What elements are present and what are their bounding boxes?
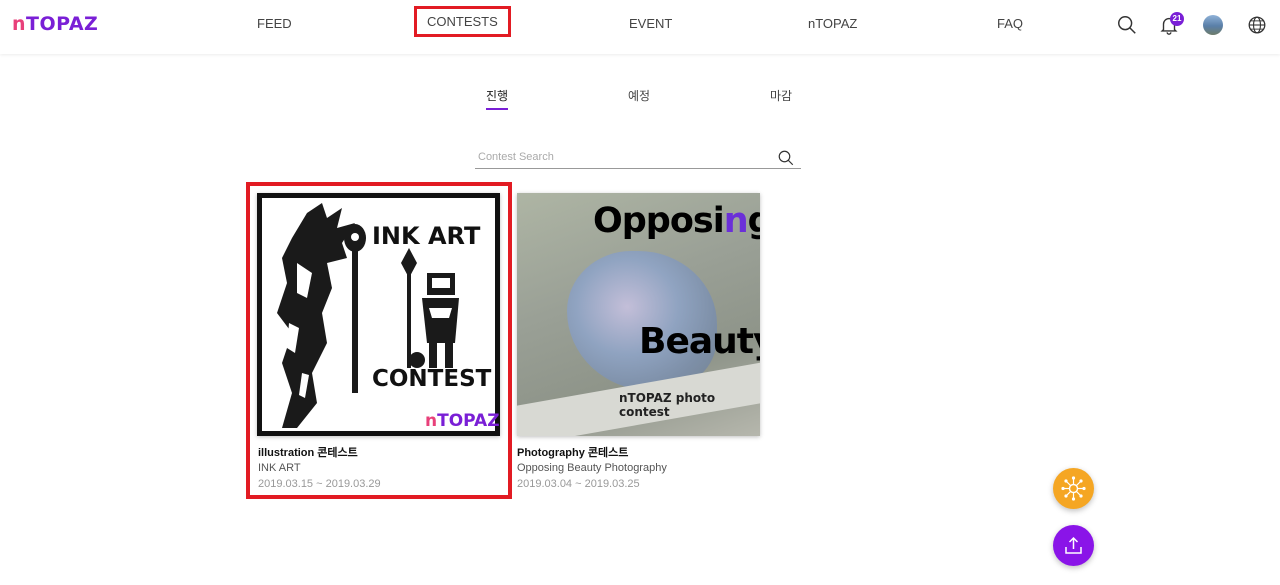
nav-event[interactable]: EVENT: [629, 16, 672, 31]
card-title[interactable]: Photography 콘테스트: [517, 444, 628, 460]
avatar[interactable]: [1203, 15, 1223, 35]
beauty-heading: Beauty: [639, 321, 760, 362]
tab-upcoming[interactable]: 예정: [628, 87, 650, 104]
network-fab-button[interactable]: [1053, 468, 1094, 509]
search-icon[interactable]: [1116, 14, 1138, 36]
globe-icon[interactable]: [1246, 14, 1268, 36]
card-date: 2019.03.04 ~ 2019.03.25: [517, 478, 640, 490]
ink-art-heading: INK ART: [372, 222, 481, 250]
contest-heading: CONTEST: [372, 366, 492, 392]
nav-faq[interactable]: FAQ: [997, 16, 1023, 31]
nav-ntopaz[interactable]: nTOPAZ: [808, 16, 857, 31]
ntopaz-logo[interactable]: nTOPAZ: [12, 13, 98, 35]
nav-contests[interactable]: CONTESTS: [414, 6, 511, 37]
card-subtitle: INK ART: [258, 462, 301, 474]
opposing-heading: Opposing: [593, 201, 760, 241]
photo-contest-caption: nTOPAZ photo contest: [619, 391, 716, 419]
tab-closed[interactable]: 마감: [770, 87, 792, 104]
search-icon[interactable]: [777, 149, 795, 167]
card-date: 2019.03.15 ~ 2019.03.29: [258, 478, 381, 490]
top-header: nTOPAZ FEED CONTESTS EVENT nTOPAZ FAQ 21: [0, 0, 1280, 54]
upload-icon: [1065, 536, 1082, 554]
card-subtitle: Opposing Beauty Photography: [517, 462, 667, 474]
opposing-beauty-contest-thumbnail[interactable]: Opposing Beauty nTOPAZ photo contest: [517, 193, 760, 436]
contest-search-input[interactable]: [475, 148, 765, 166]
ink-art-contest-thumbnail[interactable]: INK ART CONTEST nTOPAZ: [257, 193, 500, 436]
upload-fab-button[interactable]: [1053, 525, 1094, 566]
nav-feed[interactable]: FEED: [257, 16, 292, 31]
tab-ongoing[interactable]: 진행: [486, 87, 509, 110]
contest-search: [475, 147, 801, 169]
ntopaz-image-logo: nTOPAZ: [425, 411, 500, 431]
totem-warrior-illustration: [401, 248, 459, 368]
network-icon: [1061, 476, 1086, 501]
card-title[interactable]: illustration 콘테스트: [258, 444, 358, 460]
staff-illustration: [344, 224, 366, 393]
notification-badge: 21: [1170, 12, 1184, 26]
